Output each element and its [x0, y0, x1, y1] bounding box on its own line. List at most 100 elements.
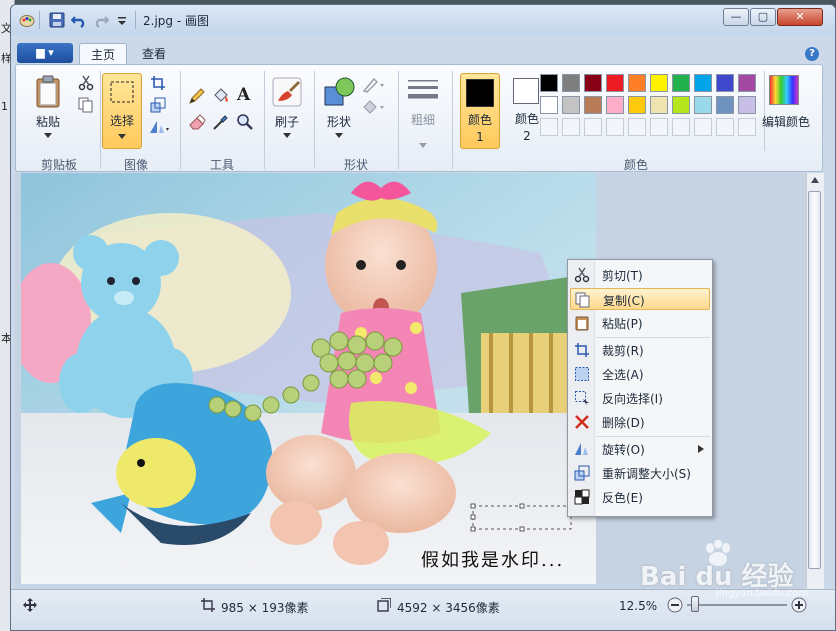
qat-separator	[135, 11, 136, 29]
redo-icon[interactable]	[93, 12, 109, 28]
paste-button[interactable]: 粘贴	[30, 113, 66, 130]
select-rectangle-icon	[110, 81, 134, 103]
custom-color-slot[interactable]	[650, 118, 668, 136]
context-menu-item[interactable]: 反向选择(I)	[570, 387, 710, 409]
custom-color-slot[interactable]	[628, 118, 646, 136]
custom-color-slot[interactable]	[584, 118, 602, 136]
rotate-icon[interactable]	[148, 119, 170, 135]
context-menu-item[interactable]: 粘贴(P)	[570, 312, 710, 334]
zoom-slider[interactable]	[687, 604, 787, 606]
help-icon[interactable]: ?	[805, 47, 819, 61]
scissors-icon[interactable]	[78, 75, 94, 91]
fill-icon[interactable]	[362, 99, 386, 115]
custom-color-slot[interactable]	[606, 118, 624, 136]
undo-icon[interactable]	[71, 12, 87, 28]
palette-swatch[interactable]	[738, 96, 756, 114]
color2-swatch	[513, 78, 539, 104]
chevron-down-icon[interactable]	[419, 143, 427, 149]
palette-swatch[interactable]	[628, 74, 646, 92]
palette-swatch[interactable]	[540, 96, 558, 114]
zoom-level: 12.5%	[619, 599, 658, 613]
edit-colors-icon[interactable]	[769, 75, 799, 105]
paint-app-icon	[19, 15, 35, 27]
select-all-icon	[575, 367, 589, 381]
resize-icon[interactable]	[150, 97, 166, 113]
select-button-label: 选择	[109, 114, 134, 128]
canvas-image[interactable]	[21, 173, 596, 584]
custom-color-slot[interactable]	[694, 118, 712, 136]
chevron-down-icon[interactable]	[44, 133, 52, 139]
paste-icon[interactable]	[34, 75, 62, 109]
context-menu-item[interactable]: 删除(D)	[570, 411, 710, 433]
custom-color-slot[interactable]	[716, 118, 734, 136]
palette-swatch[interactable]	[606, 74, 624, 92]
palette-swatch[interactable]	[562, 74, 580, 92]
context-menu-item[interactable]: 旋转(O)	[570, 438, 710, 460]
shapes-button[interactable]: 形状	[320, 113, 358, 130]
custom-color-slot[interactable]	[540, 118, 558, 136]
context-menu-item[interactable]: 剪切(T)	[570, 264, 710, 286]
outline-icon[interactable]	[362, 77, 386, 93]
paint-menu-button[interactable]: ▆ ▾	[17, 43, 73, 63]
custom-color-slot[interactable]	[562, 118, 580, 136]
crop-icon[interactable]	[150, 75, 166, 91]
palette-swatch[interactable]	[738, 74, 756, 92]
submenu-arrow-icon	[698, 445, 704, 453]
size-button[interactable]: 粗细	[408, 113, 438, 127]
custom-color-slot[interactable]	[672, 118, 690, 136]
close-button[interactable]: ✕	[777, 8, 823, 26]
minimize-button[interactable]: —	[723, 8, 749, 26]
brush-icon[interactable]	[270, 75, 304, 109]
scrollbar-thumb[interactable]	[808, 191, 821, 569]
brush-button[interactable]: 刷子	[268, 113, 306, 130]
qat-customize-icon[interactable]	[117, 16, 127, 26]
palette-swatch[interactable]	[694, 74, 712, 92]
chevron-down-icon[interactable]	[283, 133, 291, 139]
tab-view[interactable]: 查看	[131, 43, 177, 65]
palette-swatch[interactable]	[650, 74, 668, 92]
context-menu-item[interactable]: 全选(A)	[570, 363, 710, 385]
palette-swatch[interactable]	[716, 96, 734, 114]
strip-char: 1	[1, 100, 8, 113]
edit-colors-button[interactable]: 编辑颜色	[758, 113, 814, 130]
group-label-colors: 颜色	[623, 158, 648, 172]
context-menu-item[interactable]: 裁剪(R)	[570, 339, 710, 361]
fill-bucket-icon[interactable]	[212, 87, 230, 105]
palette-swatch[interactable]	[672, 96, 690, 114]
group-separator	[264, 71, 265, 169]
palette-swatch[interactable]	[716, 74, 734, 92]
palette-swatch[interactable]	[584, 96, 602, 114]
palette-swatch[interactable]	[584, 74, 602, 92]
shapes-icon[interactable]	[322, 75, 356, 109]
color1-button[interactable]: 颜色 1	[460, 73, 500, 149]
line-width-icon[interactable]	[406, 77, 440, 105]
context-menu-item[interactable]: 反色(E)	[570, 486, 710, 508]
custom-color-slot[interactable]	[738, 118, 756, 136]
palette-swatch[interactable]	[628, 96, 646, 114]
group-label-image: 图像	[123, 158, 148, 172]
selection-size: 985 × 193像素	[221, 601, 309, 615]
scroll-up-icon[interactable]	[811, 177, 819, 183]
color-picker-icon[interactable]	[212, 113, 230, 131]
context-menu-item[interactable]: 复制(C)	[570, 288, 710, 310]
context-menu-item[interactable]: 重新调整大小(S)	[570, 462, 710, 484]
magnifier-icon[interactable]	[236, 113, 254, 131]
group-separator	[314, 71, 315, 169]
context-menu-item-label: 旋转(O)	[602, 443, 645, 457]
palette-swatch[interactable]	[540, 74, 558, 92]
maximize-button[interactable]: ▢	[750, 8, 776, 26]
palette-swatch[interactable]	[694, 96, 712, 114]
palette-swatch[interactable]	[672, 74, 690, 92]
palette-swatch[interactable]	[606, 96, 624, 114]
chevron-down-icon[interactable]	[335, 133, 343, 139]
text-tool-icon[interactable]: A	[237, 85, 250, 105]
paste-icon	[575, 316, 589, 331]
select-button[interactable]: 选择	[102, 73, 142, 149]
eraser-icon[interactable]	[188, 113, 206, 131]
palette-swatch[interactable]	[650, 96, 668, 114]
save-icon[interactable]	[49, 12, 65, 28]
tab-home[interactable]: 主页	[79, 43, 127, 66]
copy-icon[interactable]	[78, 97, 94, 113]
pencil-icon[interactable]	[188, 87, 206, 105]
palette-swatch[interactable]	[562, 96, 580, 114]
